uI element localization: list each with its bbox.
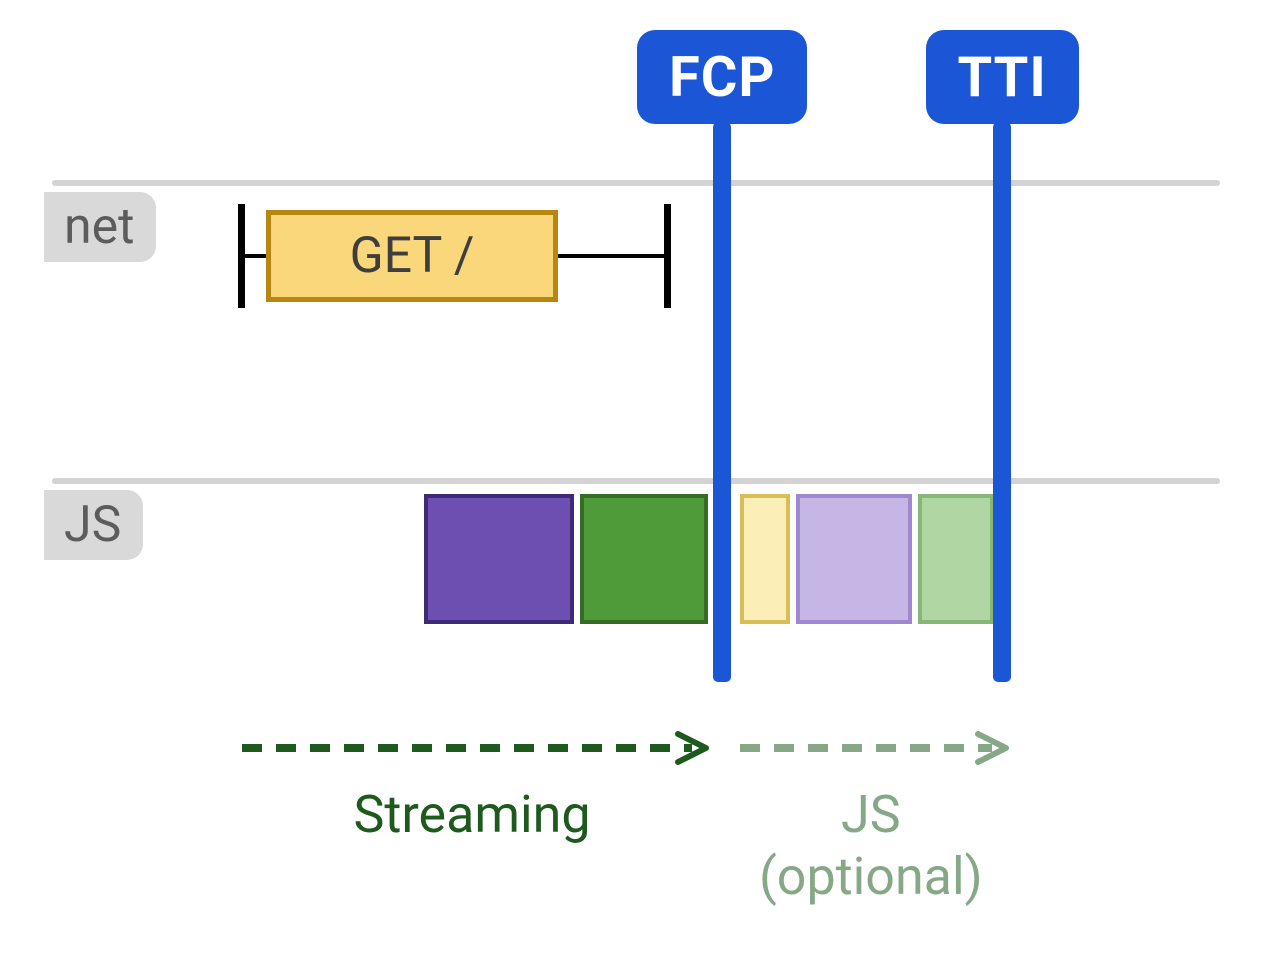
task-green (580, 494, 708, 624)
streaming-label: Streaming (354, 784, 591, 845)
js-lane-label: JS (44, 490, 143, 560)
streaming-arrow (238, 728, 726, 768)
fcp-marker-badge: FCP (637, 30, 807, 124)
js-lane-line (52, 478, 1220, 484)
tti-marker-line (993, 122, 1011, 682)
js-optional-arrow (736, 728, 1026, 768)
net-lane-label: net (44, 192, 156, 262)
js-optional-label-line2: (optional) (759, 846, 983, 907)
net-span-right-tick (664, 204, 671, 308)
task-yellow-light (740, 494, 790, 624)
timeline-diagram: net GET / JS FCP TTI Streaming JS (option… (0, 0, 1272, 974)
fcp-marker-line (713, 122, 731, 682)
js-optional-label-line1: JS (841, 784, 901, 845)
net-get-box: GET / (266, 210, 558, 302)
task-green-light (918, 494, 994, 624)
tti-marker-badge: TTI (926, 30, 1079, 124)
net-lane-line (52, 180, 1220, 186)
task-purple (424, 494, 574, 624)
task-purple-light (796, 494, 912, 624)
